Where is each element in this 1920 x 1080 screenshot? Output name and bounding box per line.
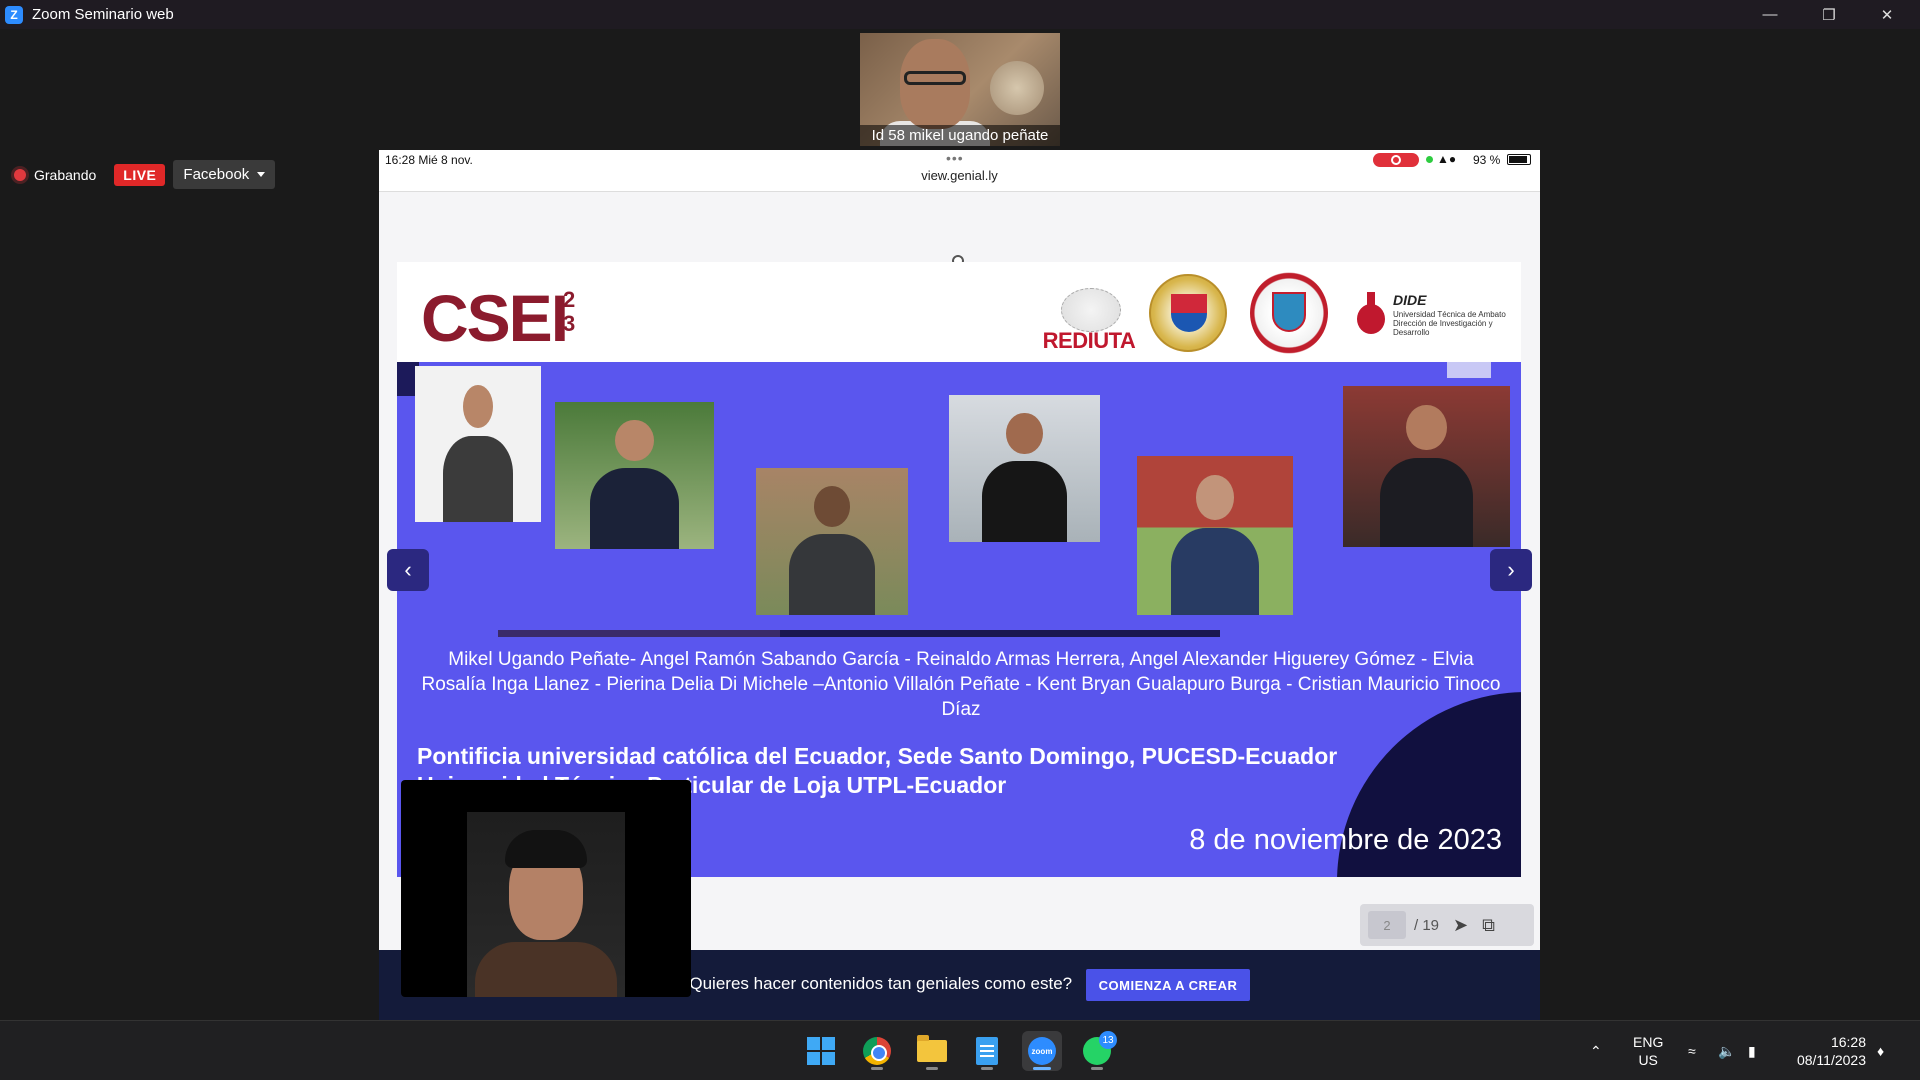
person-hair — [505, 830, 587, 868]
recording-status-row: Grabando LIVE Facebook — [14, 160, 276, 189]
cta-text: ¿Quieres hacer contenidos tan geniales c… — [679, 974, 1073, 993]
author-photo — [555, 402, 714, 549]
battery-icon[interactable]: ▮ — [1748, 1021, 1756, 1080]
csei-logo-year: 2 3 — [563, 287, 576, 336]
uta-seal-logo — [1149, 274, 1227, 352]
create-button[interactable]: COMIENZA A CREAR — [1086, 969, 1250, 1001]
wifi-icon: ▲● — [1437, 152, 1457, 166]
file-explorer-icon[interactable] — [912, 1031, 952, 1071]
zoom-window: Z Zoom Seminario web — ❐ ✕ Id 58 mikel u… — [0, 0, 1920, 1080]
slide-header: CSEI 2 3 REDIUTA DIDE Universidad Técnic… — [397, 262, 1521, 362]
author-photo — [1137, 456, 1293, 615]
globe-icon — [1061, 288, 1121, 332]
fisei-seal-logo — [1250, 272, 1328, 354]
next-slide-button[interactable]: › — [1490, 549, 1532, 591]
self-view-frame — [467, 812, 625, 997]
notification-bell-icon[interactable]: ♦ — [1877, 1021, 1884, 1080]
slide-pager: 2 / 19 ➤ ⧉ — [1360, 904, 1534, 946]
person-jacket — [475, 942, 617, 997]
participant-video-thumbnail[interactable]: Id 58 mikel ugando peñate — [860, 33, 1060, 146]
author-photo — [415, 366, 541, 522]
participant-name-label: Id 58 mikel ugando peñate — [860, 125, 1060, 146]
whatsapp-badge: 13 — [1099, 1031, 1117, 1049]
wifi-icon[interactable]: ≈ — [1688, 1021, 1696, 1080]
restore-button[interactable]: ❐ — [1800, 0, 1858, 29]
windows-taskbar: zoom 13 ⌃ ENG US ≈ 🔈 ▮ 16:28 08/11/2023 … — [0, 1020, 1920, 1080]
clock[interactable]: 16:28 08/11/2023 — [1782, 1033, 1866, 1069]
notepad-icon[interactable] — [967, 1031, 1007, 1071]
battery-percent: 93 % — [1473, 153, 1501, 167]
author-photo — [949, 395, 1100, 542]
participant-glasses — [904, 71, 966, 85]
dide-logo: DIDE Universidad Técnica de Ambato Direc… — [1357, 290, 1507, 346]
browser-url: view.genial.ly — [921, 168, 998, 183]
windows-start-icon[interactable] — [801, 1031, 841, 1071]
more-dots-icon: ••• — [946, 150, 964, 166]
battery-icon — [1507, 154, 1531, 165]
minimize-button[interactable]: — — [1741, 0, 1799, 29]
language-indicator[interactable]: ENG US — [1633, 1033, 1663, 1069]
author-photo — [1343, 386, 1510, 547]
tablet-status-bar: 16:28 Mié 8 nov. ••• view.genial.ly ▲● 9… — [379, 150, 1540, 192]
fullscreen-icon[interactable]: ⧉ — [1482, 915, 1495, 936]
flask-icon — [1357, 292, 1385, 334]
decorative-tab — [1447, 362, 1491, 378]
csei-logo: CSEI — [421, 281, 569, 355]
total-pages: / 19 — [1414, 916, 1440, 934]
chevron-up-icon[interactable]: ⌃ — [1590, 1021, 1602, 1080]
slide-progress-fill — [498, 630, 780, 637]
status-time: 16:28 Mié 8 nov. — [385, 153, 473, 167]
live-badge: LIVE — [114, 163, 166, 186]
current-page-input[interactable]: 2 — [1368, 911, 1406, 939]
chrome-icon[interactable] — [857, 1031, 897, 1071]
share-icon[interactable]: ➤ — [1453, 915, 1468, 936]
background-lamp — [990, 61, 1044, 115]
zoom-app-icon: Z — [5, 5, 23, 24]
zoom-icon[interactable]: zoom — [1022, 1031, 1062, 1071]
close-button[interactable]: ✕ — [1858, 0, 1916, 29]
stream-target-dropdown[interactable]: Facebook — [173, 160, 276, 189]
rediuta-logo: REDIUTA — [1041, 288, 1137, 354]
author-photo — [756, 468, 908, 615]
previous-slide-button[interactable]: ‹ — [387, 549, 429, 591]
chevron-down-icon — [257, 172, 266, 177]
slide-progress-bar — [498, 630, 1220, 637]
window-title: Zoom Seminario web — [32, 6, 174, 23]
recording-label: Grabando — [34, 166, 97, 183]
stream-target-label: Facebook — [183, 166, 250, 183]
camera-active-dot — [1426, 156, 1433, 163]
affiliation-1: Pontificia universidad católica del Ecua… — [417, 743, 1338, 769]
volume-icon[interactable]: 🔈 — [1718, 1021, 1735, 1080]
recording-dot-icon — [14, 168, 26, 181]
slide-date: 8 de noviembre de 2023 — [1189, 824, 1502, 856]
screen-record-icon — [1373, 153, 1419, 167]
authors-text: Mikel Ugando Peñate- Angel Ramón Sabando… — [421, 649, 1501, 720]
self-view-video[interactable] — [401, 780, 691, 997]
whatsapp-icon[interactable]: 13 — [1077, 1031, 1117, 1071]
title-bar: Z Zoom Seminario web — ❐ ✕ — [0, 0, 1920, 29]
